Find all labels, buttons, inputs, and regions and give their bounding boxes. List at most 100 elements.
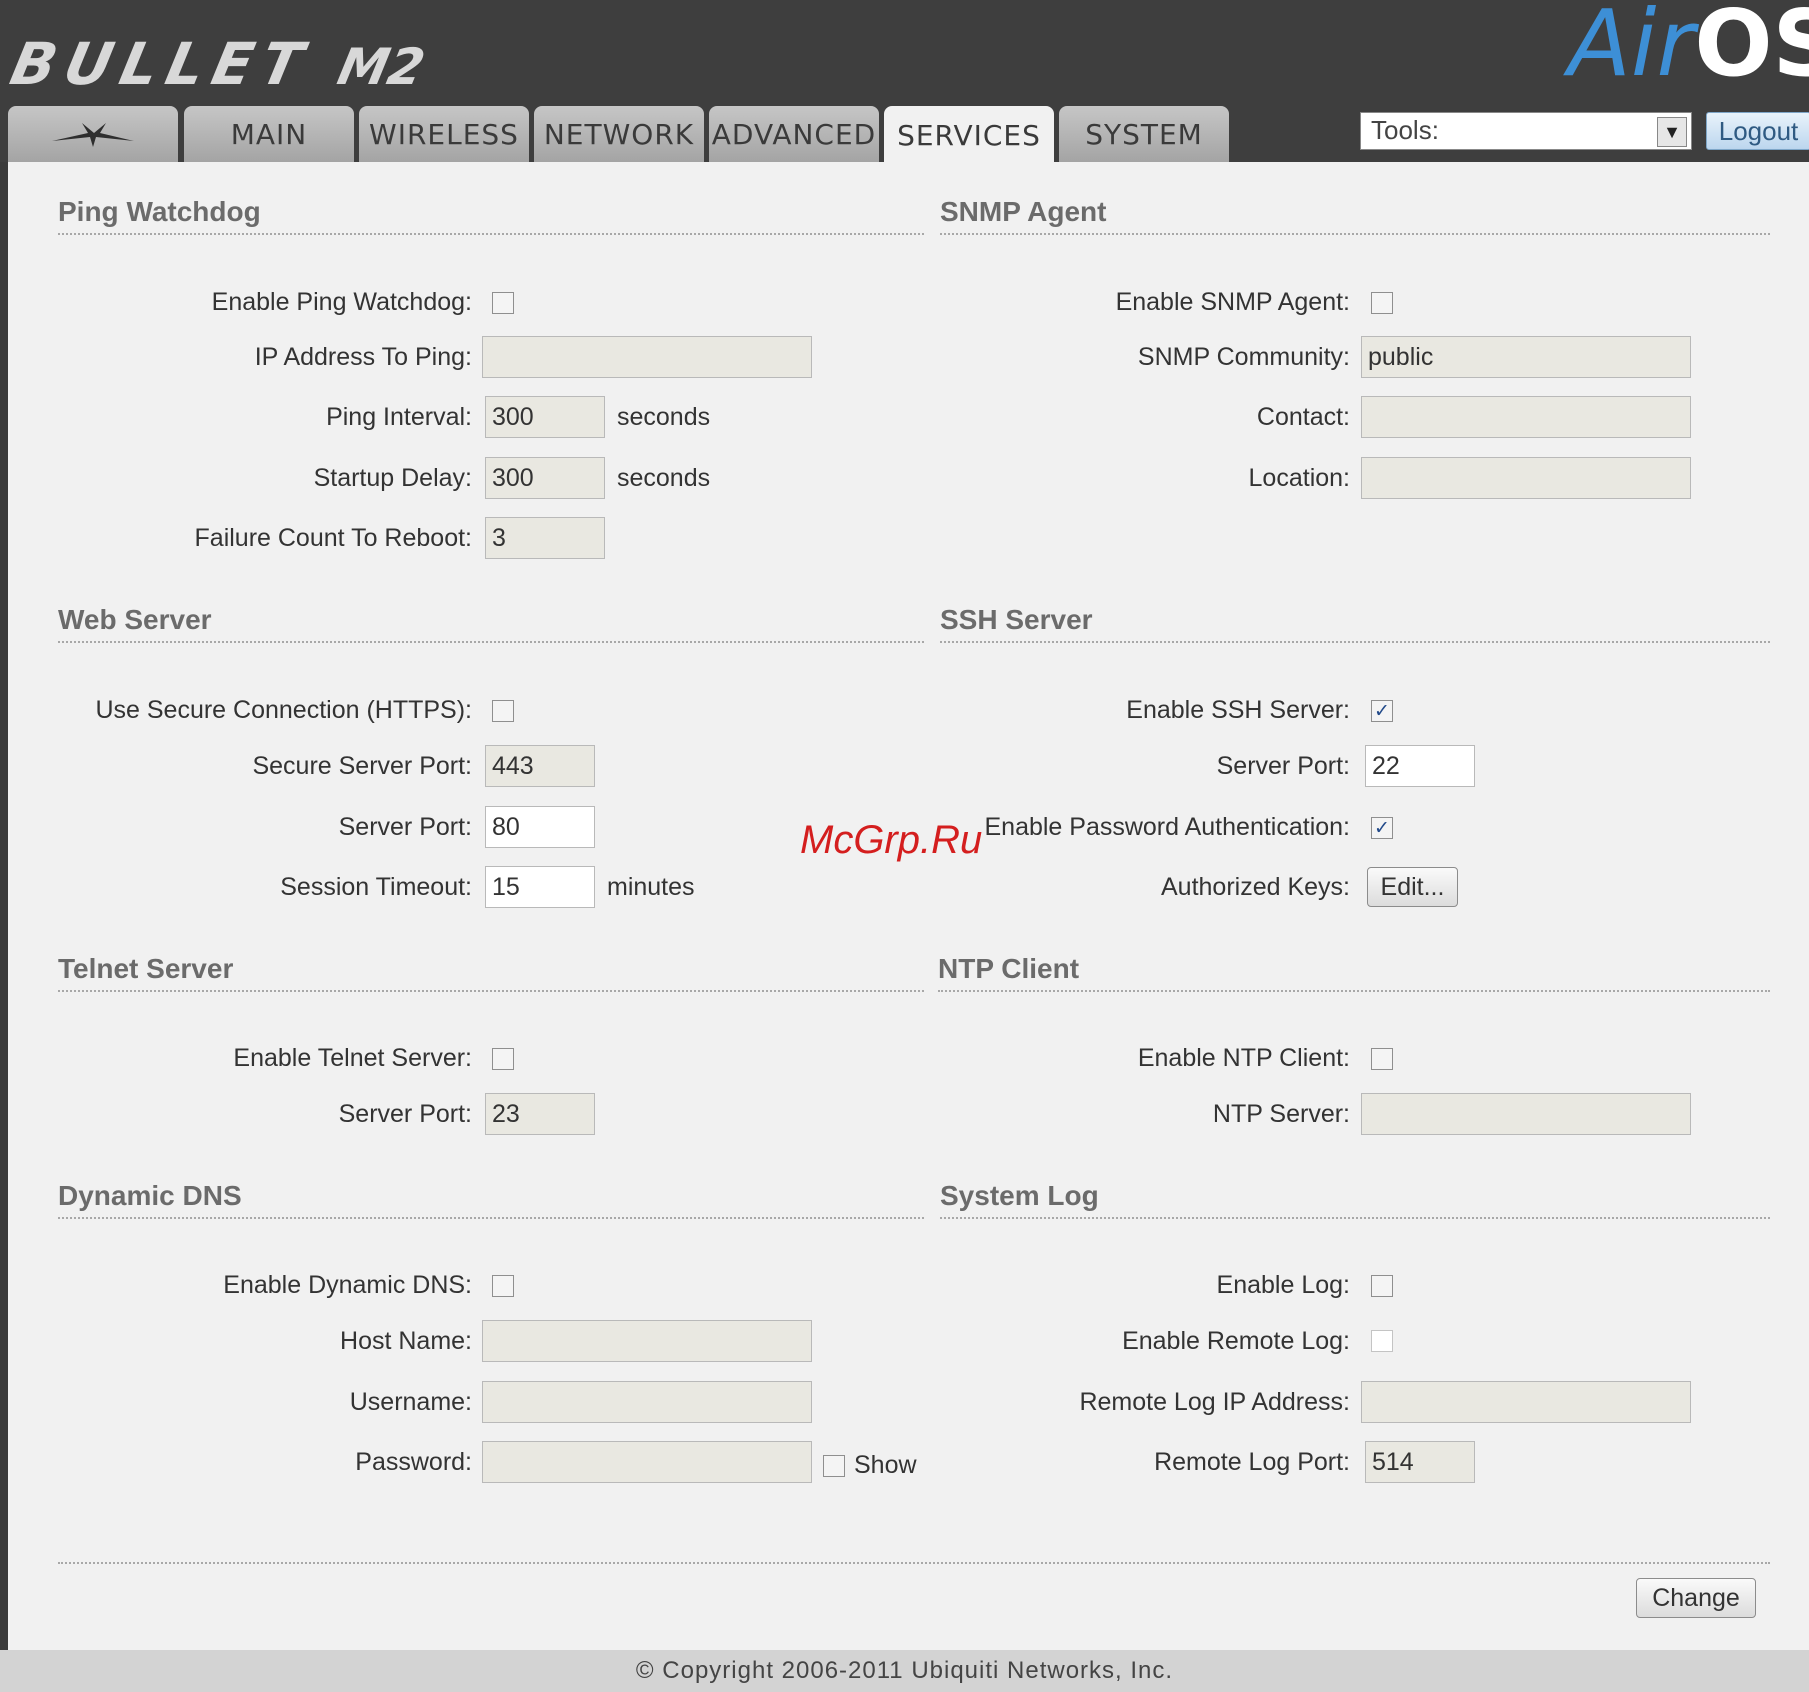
host-name-input[interactable]	[482, 1320, 812, 1362]
section-title-snmp-agent: SNMP Agent	[940, 196, 1107, 227]
bottom-divider	[58, 1562, 1770, 1564]
change-button[interactable]: Change	[1636, 1578, 1756, 1618]
checkmark-icon: ✓	[1374, 817, 1390, 839]
web-server-port-label: Server Port:	[338, 813, 472, 841]
enable-snmp-agent-checkbox[interactable]	[1371, 292, 1393, 314]
session-timeout-unit: minutes	[607, 873, 695, 901]
tab-main[interactable]: MAIN	[184, 106, 354, 162]
content-panel	[8, 162, 1809, 1650]
ping-interval-label: Ping Interval:	[326, 403, 472, 431]
ip-address-to-ping-label: IP Address To Ping:	[254, 343, 472, 371]
location-label: Location:	[1248, 464, 1350, 492]
startup-delay-label: Startup Delay:	[313, 464, 472, 492]
section-divider	[940, 233, 1770, 235]
show-password-checkbox[interactable]	[823, 1455, 845, 1477]
ping-interval-unit: seconds	[617, 403, 711, 431]
secure-server-port-input[interactable]: 443	[485, 745, 595, 787]
enable-ping-watchdog-label: Enable Ping Watchdog:	[211, 288, 472, 316]
section-divider	[58, 641, 924, 643]
tab-services[interactable]: SERVICES	[884, 106, 1054, 164]
password-label: Password:	[355, 1448, 472, 1476]
tab-ubiquiti-home[interactable]	[8, 106, 178, 162]
enable-ntp-checkbox[interactable]	[1371, 1048, 1393, 1070]
section-divider	[940, 1217, 1770, 1219]
tools-dropdown[interactable]: Tools: ▼	[1360, 112, 1692, 150]
telnet-server-port-label: Server Port:	[338, 1100, 472, 1128]
https-checkbox[interactable]	[492, 700, 514, 722]
ssh-server-port-input[interactable]: 22	[1365, 745, 1475, 787]
product-name: BULLET	[4, 30, 318, 98]
snmp-community-label: SNMP Community:	[1137, 343, 1350, 371]
failure-count-input[interactable]: 3	[485, 517, 605, 559]
ntp-server-label: NTP Server:	[1212, 1100, 1350, 1128]
section-title-ping-watchdog: Ping Watchdog	[58, 196, 261, 227]
footer-copyright: © Copyright 2006-2011 Ubiquiti Networks,…	[0, 1650, 1809, 1692]
section-title-dynamic-dns: Dynamic DNS	[58, 1180, 242, 1211]
ip-address-to-ping-input[interactable]	[482, 336, 812, 378]
chevron-down-icon[interactable]: ▼	[1657, 117, 1687, 147]
password-auth-checkbox[interactable]: ✓	[1371, 817, 1393, 839]
section-title-telnet-server: Telnet Server	[58, 953, 234, 984]
enable-telnet-label: Enable Telnet Server:	[233, 1044, 472, 1072]
contact-label: Contact:	[1256, 403, 1350, 431]
username-input[interactable]	[482, 1381, 812, 1423]
tab-wireless[interactable]: WIRELESS	[359, 106, 529, 162]
remote-log-ip-input[interactable]	[1361, 1381, 1691, 1423]
watermark-text: McGrp.Ru	[800, 818, 983, 862]
checkmark-icon: ✓	[1374, 700, 1390, 722]
section-title-ntp-client: NTP Client	[938, 953, 1080, 984]
startup-delay-input[interactable]: 300	[485, 457, 605, 499]
ubiquiti-logo-icon	[52, 123, 134, 147]
enable-ping-watchdog-checkbox[interactable]	[492, 292, 514, 314]
password-input[interactable]	[482, 1441, 812, 1483]
enable-telnet-checkbox[interactable]	[492, 1048, 514, 1070]
username-label: Username:	[349, 1388, 472, 1416]
remote-log-port-input[interactable]: 514	[1365, 1441, 1475, 1483]
snmp-community-input[interactable]: public	[1361, 336, 1691, 378]
enable-ssh-checkbox[interactable]: ✓	[1371, 700, 1393, 722]
startup-delay-unit: seconds	[617, 464, 711, 492]
authorized-keys-label: Authorized Keys:	[1161, 873, 1350, 901]
product-logo: BULLET M2	[5, 30, 432, 98]
enable-remote-log-checkbox[interactable]	[1371, 1330, 1393, 1352]
remote-log-ip-label: Remote Log IP Address:	[1079, 1388, 1350, 1416]
section-title-web-server: Web Server	[58, 604, 212, 635]
ping-interval-input[interactable]: 300	[485, 396, 605, 438]
tab-network[interactable]: NETWORK	[534, 106, 704, 162]
web-server-port-input[interactable]: 80	[485, 806, 595, 848]
enable-snmp-agent-label: Enable SNMP Agent:	[1115, 288, 1350, 316]
airos-logo: AirOS	[1568, 0, 1809, 94]
tab-system[interactable]: SYSTEM	[1059, 106, 1229, 162]
enable-ssh-label: Enable SSH Server:	[1126, 696, 1350, 724]
enable-log-checkbox[interactable]	[1371, 1275, 1393, 1297]
enable-ddns-checkbox[interactable]	[492, 1275, 514, 1297]
tools-label: Tools:	[1371, 115, 1439, 145]
telnet-server-port-input[interactable]: 23	[485, 1093, 595, 1135]
section-divider	[58, 990, 924, 992]
section-divider	[58, 233, 924, 235]
section-divider	[938, 990, 1770, 992]
https-label: Use Secure Connection (HTTPS):	[95, 696, 472, 724]
remote-log-port-label: Remote Log Port:	[1154, 1448, 1350, 1476]
session-timeout-label: Session Timeout:	[280, 873, 472, 901]
section-title-system-log: System Log	[940, 1180, 1099, 1211]
tab-advanced[interactable]: ADVANCED	[709, 106, 879, 162]
product-model: M2	[332, 38, 430, 96]
logout-button[interactable]: Logout	[1706, 112, 1809, 150]
contact-input[interactable]	[1361, 396, 1691, 438]
enable-log-label: Enable Log:	[1216, 1271, 1350, 1299]
edit-keys-button[interactable]: Edit...	[1367, 867, 1458, 907]
section-title-ssh-server: SSH Server	[940, 604, 1093, 635]
location-input[interactable]	[1361, 457, 1691, 499]
session-timeout-input[interactable]: 15	[485, 866, 595, 908]
enable-remote-log-label: Enable Remote Log:	[1122, 1327, 1350, 1355]
logo-os-text: OS	[1694, 0, 1809, 97]
logo-air-text: Air	[1568, 0, 1695, 97]
section-divider	[58, 1217, 924, 1219]
ssh-server-port-label: Server Port:	[1216, 752, 1350, 780]
host-name-label: Host Name:	[340, 1327, 472, 1355]
ntp-server-input[interactable]	[1361, 1093, 1691, 1135]
enable-ntp-label: Enable NTP Client:	[1137, 1044, 1350, 1072]
enable-ddns-label: Enable Dynamic DNS:	[223, 1271, 472, 1299]
failure-count-label: Failure Count To Reboot:	[194, 524, 472, 552]
